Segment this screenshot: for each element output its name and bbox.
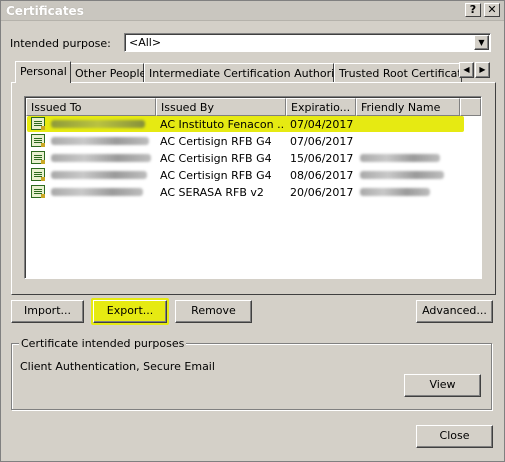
intended-purposes-title: Certificate intended purposes	[19, 337, 187, 350]
remove-button[interactable]: Remove	[175, 300, 252, 323]
certificate-list[interactable]: Issued To Issued By Expiratio... Friendl…	[24, 96, 482, 279]
redacted-friendly-name	[360, 154, 440, 162]
list-header: Issued To Issued By Expiratio... Friendl…	[26, 98, 481, 116]
expiration-cell: 08/06/2017	[290, 169, 354, 182]
column-friendly-name[interactable]: Friendly Name	[356, 98, 460, 116]
intended-purpose-select[interactable]: <All> ▼	[124, 33, 491, 52]
certificate-icon	[31, 117, 45, 130]
redacted-friendly-name	[360, 188, 430, 196]
table-row[interactable]: AC SERASA RFB v2 20/06/2017	[27, 184, 481, 201]
column-expiration[interactable]: Expiratio...	[286, 98, 356, 116]
advanced-button[interactable]: Advanced...	[416, 300, 493, 323]
issued-by-cell: AC Instituto Fenacon ...	[160, 118, 284, 131]
tab-personal[interactable]: Personal	[15, 61, 71, 83]
table-row[interactable]: AC Certisign RFB G4 08/06/2017	[27, 167, 481, 184]
close-button[interactable]: Close	[416, 425, 493, 448]
close-window-button[interactable]: ✕	[484, 3, 500, 17]
table-row[interactable]: AC Certisign RFB G4 15/06/2017	[27, 150, 481, 167]
certificate-icon	[31, 168, 45, 181]
issued-by-cell: AC Certisign RFB G4	[160, 152, 272, 165]
column-issued-by[interactable]: Issued By	[156, 98, 286, 116]
redacted-name	[51, 137, 149, 145]
certificate-icon	[31, 151, 45, 164]
help-button[interactable]: ?	[465, 3, 481, 17]
import-button[interactable]: Import...	[11, 300, 84, 323]
redacted-friendly-name	[360, 171, 444, 179]
table-row[interactable]: AC Certisign RFB G4 07/06/2017	[27, 133, 481, 150]
chevron-down-icon[interactable]: ▼	[474, 35, 489, 50]
certificate-icon	[31, 185, 45, 198]
intended-purpose-value: <All>	[129, 36, 162, 49]
export-button[interactable]: Export...	[93, 300, 167, 323]
redacted-name	[51, 154, 151, 162]
tab-scroll-left-icon[interactable]: ◀	[459, 62, 474, 78]
title-bar: Certificates ? ✕	[1, 1, 504, 21]
tab-other-people[interactable]: Other People	[70, 63, 146, 82]
certificates-dialog: Certificates ? ✕ Intended purpose: <All>…	[0, 0, 505, 462]
expiration-cell: 07/04/2017	[290, 118, 354, 131]
view-button[interactable]: View	[404, 374, 481, 397]
tab-scroll-right-icon[interactable]: ▶	[475, 62, 490, 78]
intended-purposes-text: Client Authentication, Secure Email	[20, 360, 215, 373]
issued-by-cell: AC Certisign RFB G4	[160, 169, 272, 182]
expiration-cell: 20/06/2017	[290, 186, 354, 199]
column-issued-to[interactable]: Issued To	[26, 98, 156, 116]
column-filler	[460, 98, 481, 116]
redacted-name	[51, 188, 143, 196]
certificate-icon	[31, 134, 45, 147]
tab-intermediate-ca[interactable]: Intermediate Certification Authorities	[144, 63, 354, 82]
expiration-cell: 15/06/2017	[290, 152, 354, 165]
table-row[interactable]: AC Instituto Fenacon ... 07/04/2017	[27, 116, 481, 133]
expiration-cell: 07/06/2017	[290, 135, 354, 148]
issued-by-cell: AC SERASA RFB v2	[160, 186, 264, 199]
redacted-name	[51, 120, 145, 128]
window-title: Certificates	[6, 4, 84, 18]
tab-trusted-root-ca[interactable]: Trusted Root Certification	[334, 63, 462, 82]
redacted-name	[51, 171, 147, 179]
issued-by-cell: AC Certisign RFB G4	[160, 135, 272, 148]
intended-purpose-label: Intended purpose:	[10, 37, 111, 50]
